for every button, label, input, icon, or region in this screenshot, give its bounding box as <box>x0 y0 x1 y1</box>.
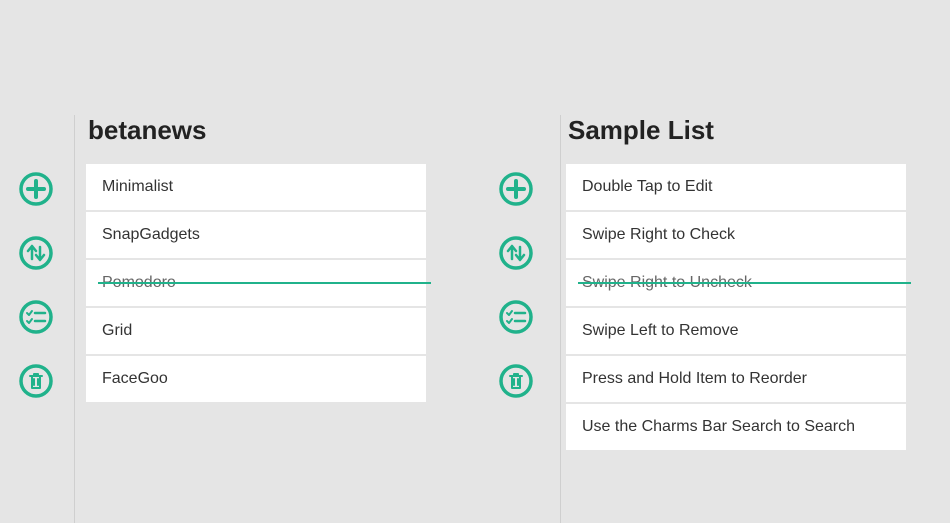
list-item[interactable]: Minimalist <box>86 164 426 210</box>
checkall-button[interactable] <box>18 299 54 335</box>
list-item-label: Double Tap to Edit <box>582 178 712 195</box>
checklist-circle-icon <box>18 299 54 335</box>
list-item[interactable]: Use the Charms Bar Search to Search <box>566 404 906 450</box>
delete-button[interactable] <box>18 363 54 399</box>
list-item-label: Use the Charms Bar Search to Search <box>582 418 855 435</box>
list-item[interactable]: FaceGoo <box>86 356 426 402</box>
list-item[interactable]: Double Tap to Edit <box>566 164 906 210</box>
list-item[interactable]: Swipe Left to Remove <box>566 308 906 354</box>
list-item[interactable]: Swipe Right to Uncheck <box>566 260 906 306</box>
trash-circle-icon <box>18 363 54 399</box>
plus-circle-icon <box>18 171 54 207</box>
add-button[interactable] <box>18 171 54 207</box>
sort-button[interactable] <box>498 235 534 271</box>
list-area-right: Sample List Double Tap to Edit Swipe Rig… <box>566 115 906 450</box>
trash-circle-icon <box>498 363 534 399</box>
list-item-label: Swipe Left to Remove <box>582 322 739 339</box>
list-title[interactable]: Sample List <box>566 115 906 146</box>
column-sample: Sample List Double Tap to Edit Swipe Rig… <box>496 115 906 450</box>
list-area-left: betanews Minimalist SnapGadgets Pomodoro… <box>86 115 426 450</box>
column-betanews: betanews Minimalist SnapGadgets Pomodoro… <box>16 115 426 450</box>
plus-circle-icon <box>498 171 534 207</box>
list-item[interactable]: Grid <box>86 308 426 354</box>
list-item-label: Swipe Right to Uncheck <box>582 274 752 291</box>
list-item-label: Pomodoro <box>102 274 176 291</box>
sort-circle-icon <box>498 235 534 271</box>
app-container: betanews Minimalist SnapGadgets Pomodoro… <box>0 0 950 450</box>
list-item[interactable]: Pomodoro <box>86 260 426 306</box>
checkall-button[interactable] <box>498 299 534 335</box>
list-item-label: FaceGoo <box>102 370 168 387</box>
list-item[interactable]: Press and Hold Item to Reorder <box>566 356 906 402</box>
list-item[interactable]: Swipe Right to Check <box>566 212 906 258</box>
action-bar-left <box>16 115 56 450</box>
sort-circle-icon <box>18 235 54 271</box>
list-item-label: Press and Hold Item to Reorder <box>582 370 807 387</box>
list: Minimalist SnapGadgets Pomodoro Grid Fac… <box>86 164 426 402</box>
list-item-label: Minimalist <box>102 178 173 195</box>
action-bar-right <box>496 115 536 450</box>
list-title[interactable]: betanews <box>86 115 426 146</box>
list-item-label: Swipe Right to Check <box>582 226 735 243</box>
delete-button[interactable] <box>498 363 534 399</box>
list: Double Tap to Edit Swipe Right to Check … <box>566 164 906 450</box>
list-item-label: Grid <box>102 322 132 339</box>
list-item[interactable]: SnapGadgets <box>86 212 426 258</box>
list-item-label: SnapGadgets <box>102 226 200 243</box>
checklist-circle-icon <box>498 299 534 335</box>
add-button[interactable] <box>498 171 534 207</box>
sort-button[interactable] <box>18 235 54 271</box>
